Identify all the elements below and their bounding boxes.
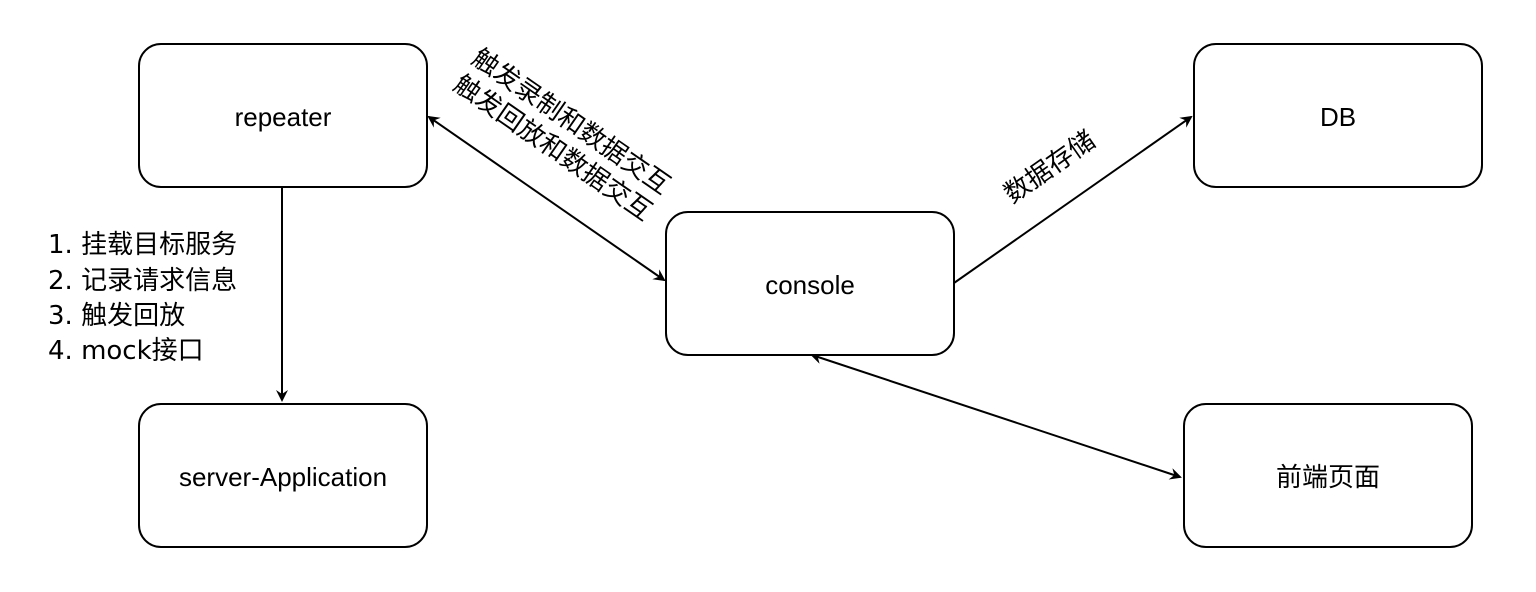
edge-repeater-server-item-4: 4. mock接口 [48,336,204,366]
node-repeater[interactable]: repeater [138,43,428,188]
edge-repeater-console-label: 触发录制和数据交互 触发回放和数据交互 [448,43,676,227]
edge-console-db-label-text: 数据存储 [999,125,1101,209]
node-console-label: console [765,270,855,300]
edge-console-db-label: 数据存储 [999,125,1101,209]
node-server-application-label: server-Application [179,462,387,492]
node-server-application[interactable]: server-Application [138,403,428,548]
node-frontend-label: 前端页面 [1276,462,1380,492]
edge-repeater-server-label: 1. 挂载目标服务 2. 记录请求信息 3. 触发回放 4. mock接口 [48,230,237,366]
edge-repeater-server-item-2: 2. 记录请求信息 [48,266,237,296]
node-repeater-label: repeater [235,102,332,132]
node-frontend[interactable]: 前端页面 [1183,403,1473,548]
architecture-diagram: repeater server-Application console DB 前… [48,43,1483,548]
edge-console-frontend [810,352,1182,480]
node-db-label: DB [1320,102,1356,132]
node-db[interactable]: DB [1193,43,1483,188]
edge-repeater-server-item-1: 1. 挂载目标服务 [48,230,237,260]
node-console[interactable]: console [665,211,955,356]
edge-repeater-server-item-3: 3. 触发回放 [48,301,185,331]
